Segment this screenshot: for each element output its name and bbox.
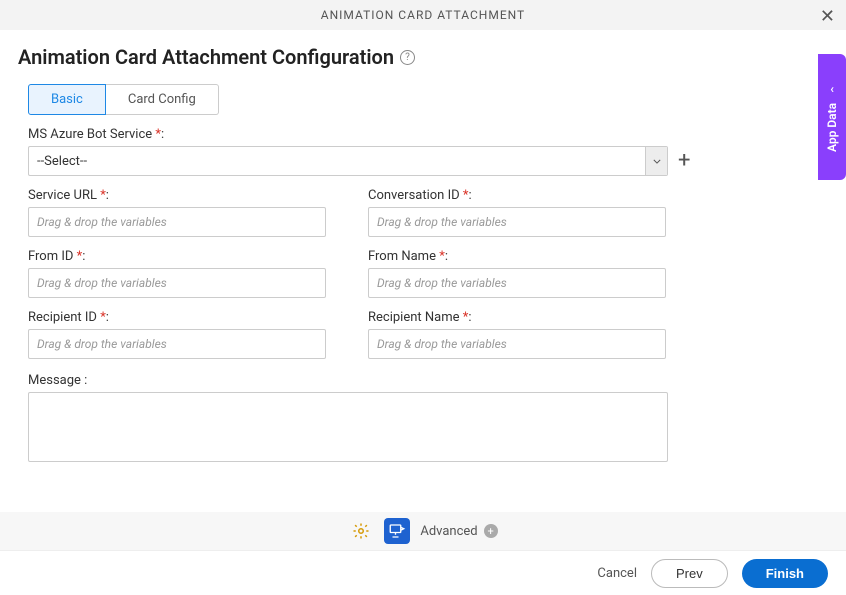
cancel-button[interactable]: Cancel (597, 566, 637, 581)
form-columns: Service URL *: Drag & drop the variables… (28, 188, 828, 371)
message-input[interactable] (28, 392, 668, 462)
tab-card-config[interactable]: Card Config (106, 84, 219, 115)
chevron-down-icon[interactable] (645, 147, 667, 175)
azure-select-value: --Select-- (29, 147, 645, 175)
from-id-input[interactable]: Drag & drop the variables (28, 268, 326, 298)
chevron-left-icon: ‹ (830, 82, 834, 96)
content-area: Animation Card Attachment Configuration … (0, 30, 846, 462)
service-url-label: Service URL *: (28, 188, 326, 203)
tab-bar: Basic Card Config (28, 84, 828, 115)
right-col: Conversation ID *: Drag & drop the varia… (368, 188, 666, 371)
form-area: MS Azure Bot Service *: --Select-- + Ser… (18, 127, 828, 462)
close-icon[interactable]: ✕ (820, 6, 836, 27)
prev-button[interactable]: Prev (651, 559, 728, 588)
gear-icon[interactable] (348, 518, 374, 544)
recipient-id-label: Recipient ID *: (28, 310, 326, 325)
message-field: Message : (28, 373, 828, 462)
tab-basic[interactable]: Basic (28, 84, 106, 115)
help-icon[interactable]: ? (400, 50, 415, 65)
plus-circle-icon: + (484, 524, 498, 538)
left-col: Service URL *: Drag & drop the variables… (28, 188, 326, 371)
modal-header: ANIMATION CARD ATTACHMENT ✕ (0, 0, 846, 30)
flow-node-icon[interactable] (384, 518, 410, 544)
conversation-id-field: Conversation ID *: Drag & drop the varia… (368, 188, 666, 237)
from-name-field: From Name *: Drag & drop the variables (368, 249, 666, 298)
finish-button[interactable]: Finish (742, 559, 828, 588)
conversation-id-input[interactable]: Drag & drop the variables (368, 207, 666, 237)
conversation-id-label: Conversation ID *: (368, 188, 666, 203)
recipient-id-input[interactable]: Drag & drop the variables (28, 329, 326, 359)
footer: Cancel Prev Finish (0, 550, 846, 595)
from-name-label: From Name *: (368, 249, 666, 264)
service-url-field: Service URL *: Drag & drop the variables (28, 188, 326, 237)
side-tab-label: App Data (825, 102, 839, 151)
recipient-name-field: Recipient Name *: Drag & drop the variab… (368, 310, 666, 359)
service-url-input[interactable]: Drag & drop the variables (28, 207, 326, 237)
modal-title: ANIMATION CARD ATTACHMENT (321, 8, 525, 22)
from-name-input[interactable]: Drag & drop the variables (368, 268, 666, 298)
toolbar: Advanced + (0, 512, 846, 550)
from-id-label: From ID *: (28, 249, 326, 264)
page-title: Animation Card Attachment Configuration (18, 45, 394, 69)
from-id-field: From ID *: Drag & drop the variables (28, 249, 326, 298)
app-data-panel-toggle[interactable]: App Data ‹ (818, 54, 846, 180)
azure-select[interactable]: --Select-- (28, 146, 668, 176)
recipient-id-field: Recipient ID *: Drag & drop the variable… (28, 310, 326, 359)
advanced-button[interactable]: Advanced + (420, 524, 497, 539)
add-service-button[interactable]: + (678, 150, 690, 172)
title-row: Animation Card Attachment Configuration … (18, 45, 828, 69)
message-label: Message : (28, 373, 828, 388)
azure-select-row: --Select-- + (28, 146, 828, 176)
recipient-name-label: Recipient Name *: (368, 310, 666, 325)
recipient-name-input[interactable]: Drag & drop the variables (368, 329, 666, 359)
advanced-label-text: Advanced (420, 524, 477, 539)
azure-label: MS Azure Bot Service *: (28, 127, 828, 142)
